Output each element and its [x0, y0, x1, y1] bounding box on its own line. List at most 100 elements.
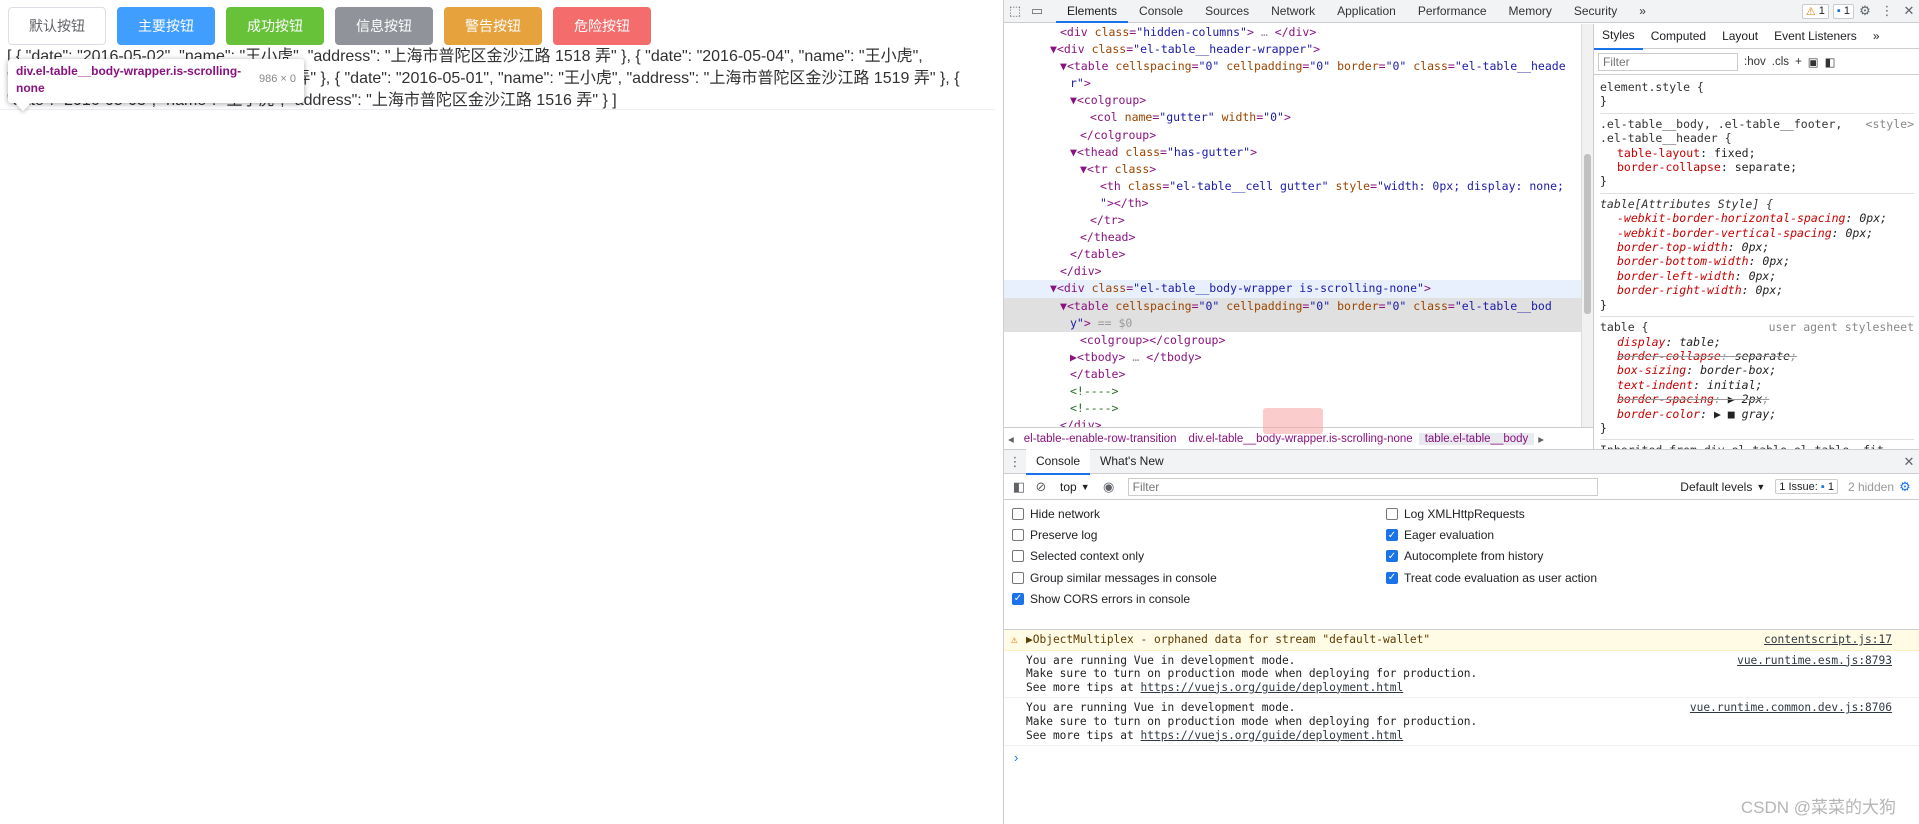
eye-icon[interactable]: ◉ [1098, 476, 1120, 498]
dom-node-line[interactable]: <th class="el-table__cell gutter" style=… [1004, 178, 1581, 195]
info-button[interactable]: 信息按钮 [335, 7, 433, 45]
setting-log-xmlhttprequests[interactable]: Log XMLHttpRequests [1386, 507, 1525, 521]
kebab-menu-icon[interactable]: ⋮ [1876, 0, 1898, 22]
success-button[interactable]: 成功按钮 [226, 7, 324, 45]
dom-node-line[interactable]: ▼<table cellspacing="0" cellpadding="0" … [1004, 58, 1581, 75]
checkbox[interactable] [1386, 508, 1398, 520]
styles-tab-layout[interactable]: Layout [1714, 24, 1766, 49]
gear-icon[interactable]: ⚙ [1854, 0, 1876, 22]
checkbox[interactable] [1012, 508, 1024, 520]
hov-toggle[interactable]: :hov [1744, 56, 1766, 68]
paint-icon[interactable]: ▣ [1808, 55, 1819, 69]
breadcrumb-item[interactable]: div.el-table__body-wrapper.is-scrolling-… [1183, 433, 1419, 445]
tab-sources[interactable]: Sources [1194, 0, 1260, 23]
style-declaration[interactable]: -webkit-border-vertical-spacing: 0px; [1600, 226, 1914, 240]
message-link[interactable]: https://vuejs.org/guide/deployment.html [1141, 729, 1404, 742]
crumb-left-arrow-icon[interactable]: ◂ [1004, 432, 1018, 446]
checkbox[interactable]: ✓ [1012, 592, 1024, 605]
breadcrumb-item[interactable]: el-table--enable-row-transition [1018, 433, 1183, 445]
dom-node-line[interactable]: </div> [1004, 263, 1581, 280]
issues-button[interactable]: 1 Issue: ▪ 1 [1775, 479, 1838, 494]
dom-node-line[interactable]: <!----> [1004, 383, 1581, 400]
dom-node-line[interactable]: </thead> [1004, 229, 1581, 246]
close-icon[interactable]: ✕ [1898, 0, 1919, 22]
dom-node-line[interactable]: </table> [1004, 246, 1581, 263]
add-rule-icon[interactable]: + [1795, 56, 1802, 68]
tab-application[interactable]: Application [1326, 0, 1407, 23]
drawer-tab-console[interactable]: Console [1026, 448, 1091, 475]
setting-selected-context-only[interactable]: Selected context only [1012, 549, 1144, 563]
dom-node-line[interactable]: ▼<div class="el-table__body-wrapper is-s… [1004, 280, 1581, 298]
style-declaration[interactable]: table-layout: fixed; [1600, 146, 1914, 160]
setting-hide-network[interactable]: Hide network [1012, 507, 1100, 521]
clear-console-icon[interactable]: ⊘ [1030, 476, 1052, 498]
setting-preserve-log[interactable]: Preserve log [1012, 528, 1097, 542]
rule-source[interactable]: user agent stylesheet [1769, 320, 1914, 334]
style-declaration[interactable]: border-right-width: 0px; [1600, 283, 1914, 297]
message-link[interactable]: https://vuejs.org/guide/deployment.html [1141, 681, 1404, 694]
console-filter-input[interactable] [1127, 477, 1598, 496]
more-tabs-button[interactable]: » [1628, 0, 1657, 23]
messages-badge[interactable]: ▪ 1 [1832, 3, 1854, 19]
style-declaration[interactable]: display: table; [1600, 335, 1914, 349]
message-source-link[interactable]: vue.runtime.esm.js:8793 [1737, 654, 1892, 668]
dom-node-line[interactable]: ▼<colgroup> [1004, 92, 1581, 109]
breadcrumb-item[interactable]: table.el-table__body [1418, 432, 1535, 445]
setting-autocomplete-from-history[interactable]: ✓ Autocomplete from history [1386, 549, 1543, 563]
dom-node-line[interactable]: </table> [1004, 366, 1581, 383]
style-declaration[interactable]: text-indent: initial; [1600, 378, 1914, 392]
elements-tree[interactable]: <div class="hidden-columns"> … </div> ▼<d… [1004, 24, 1581, 427]
dom-node-line[interactable]: <col name="gutter" width="0"> [1004, 109, 1581, 126]
styles-more-icon[interactable]: » [1865, 24, 1888, 49]
console-settings-gear-icon[interactable]: ⚙ [1894, 476, 1916, 498]
style-declaration[interactable]: -webkit-border-horizontal-spacing: 0px; [1600, 211, 1914, 225]
drawer-close-icon[interactable]: ✕ [1898, 451, 1919, 473]
danger-button[interactable]: 危险按钮 [553, 7, 651, 45]
tab-network[interactable]: Network [1260, 0, 1326, 23]
dom-node-line[interactable]: ▼<tr class> [1004, 161, 1581, 178]
device-toggle-icon[interactable]: ▭ [1026, 0, 1048, 22]
rule-source[interactable]: <style> [1866, 117, 1914, 131]
cls-toggle[interactable]: .cls [1772, 56, 1789, 68]
setting-eager-evaluation[interactable]: ✓ Eager evaluation [1386, 528, 1494, 542]
elements-scrollbar[interactable] [1581, 24, 1593, 427]
checkbox[interactable]: ✓ [1386, 550, 1398, 563]
style-declaration[interactable]: border-collapse: separate; [1600, 349, 1914, 363]
levels-select[interactable]: Default levels [1680, 480, 1752, 494]
tab-performance[interactable]: Performance [1407, 0, 1498, 23]
dom-node-line[interactable]: <colgroup></colgroup> [1004, 332, 1581, 349]
styles-tab-event-listeners[interactable]: Event Listeners [1766, 24, 1865, 49]
setting-treat-code-evaluation-as-user-action[interactable]: ✓ Treat code evaluation as user action [1386, 571, 1597, 585]
styles-tab-styles[interactable]: Styles [1594, 24, 1643, 50]
dom-node-line[interactable]: ▶<tbody> … </tbody> [1004, 349, 1581, 366]
primary-button[interactable]: 主要按钮 [117, 7, 215, 45]
context-select[interactable]: top [1060, 480, 1077, 494]
style-declaration[interactable]: border-color: ▶ ■ gray; [1600, 407, 1914, 421]
tab-memory[interactable]: Memory [1498, 0, 1563, 23]
dom-node-line[interactable]: </tr> [1004, 212, 1581, 229]
dom-node-line[interactable]: ▼<thead class="has-gutter"> [1004, 144, 1581, 161]
dom-node-line[interactable]: r"> [1004, 75, 1581, 92]
drawer-menu-icon[interactable]: ⋮ [1004, 451, 1026, 473]
scrollbar-thumb[interactable] [1584, 154, 1591, 314]
warning-button[interactable]: 警告按钮 [444, 7, 542, 45]
console-prompt[interactable]: › [1004, 746, 1919, 769]
style-declaration[interactable]: border-collapse: separate; [1600, 160, 1914, 174]
dom-node-line[interactable]: ▼<table cellspacing="0" cellpadding="0" … [1004, 297, 1581, 315]
message-source-link[interactable]: vue.runtime.common.dev.js:8706 [1690, 701, 1892, 715]
dom-node-line[interactable]: <div class="hidden-columns"> … </div> [1004, 24, 1581, 41]
drawer-tab-what-s-new[interactable]: What's New [1090, 449, 1174, 475]
warnings-badge[interactable]: ⚠ 1 [1801, 3, 1829, 19]
sidebar-toggle-icon[interactable]: ◧ [1825, 55, 1836, 69]
default-button[interactable]: 默认按钮 [8, 7, 106, 45]
style-declaration[interactable]: border-spacing: ▶ 2px; [1600, 392, 1914, 406]
tab-elements[interactable]: Elements [1056, 0, 1129, 23]
styles-tab-computed[interactable]: Computed [1643, 24, 1714, 49]
checkbox[interactable]: ✓ [1386, 571, 1398, 584]
dom-node-line[interactable]: </colgroup> [1004, 127, 1581, 144]
checkbox[interactable] [1012, 550, 1024, 563]
checkbox[interactable] [1012, 529, 1024, 542]
styles-filter-input[interactable] [1598, 52, 1738, 71]
style-declaration[interactable]: border-left-width: 0px; [1600, 269, 1914, 283]
dom-node-line[interactable]: "></th> [1004, 195, 1581, 212]
